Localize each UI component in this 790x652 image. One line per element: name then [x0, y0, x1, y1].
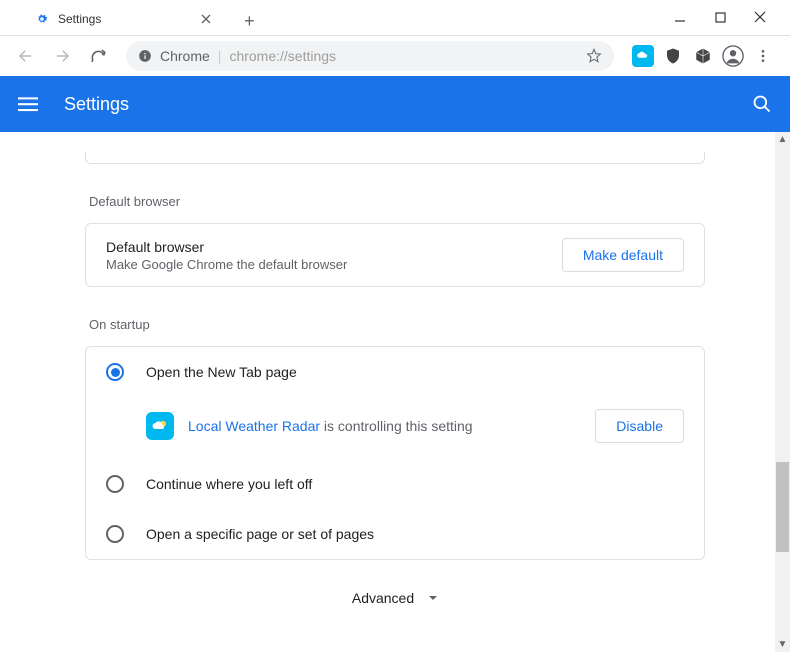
new-tab-button[interactable]: +	[235, 7, 263, 35]
radio-icon	[106, 525, 124, 543]
advanced-toggle[interactable]: Advanced	[85, 560, 705, 616]
startup-option-specific-pages[interactable]: Open a specific page or set of pages	[86, 509, 704, 559]
hamburger-menu-icon[interactable]	[18, 94, 42, 114]
scrollbar-thumb[interactable]	[776, 462, 789, 552]
on-startup-card: Open the New Tab page Local Weather Rada…	[85, 346, 705, 560]
scrollbar[interactable]: ▲ ▼	[775, 132, 790, 652]
extension-link[interactable]: Local Weather Radar	[188, 418, 320, 434]
extension-weather-icon[interactable]	[632, 45, 654, 67]
scroll-down-icon[interactable]: ▼	[775, 637, 790, 652]
section-title-default-browser: Default browser	[85, 194, 705, 209]
radio-label: Continue where you left off	[146, 476, 312, 492]
browser-tab-settings[interactable]: Settings	[20, 3, 227, 35]
tab-title: Settings	[58, 12, 101, 26]
url-text: chrome://settings	[229, 48, 336, 64]
advanced-label: Advanced	[352, 590, 414, 606]
disable-extension-button[interactable]: Disable	[595, 409, 684, 443]
section-title-on-startup: On startup	[85, 317, 705, 332]
browser-toolbar: Chrome | chrome://settings	[0, 36, 790, 76]
window-minimize[interactable]	[670, 7, 690, 27]
gear-icon	[34, 11, 50, 27]
radio-label: Open the New Tab page	[146, 364, 297, 380]
default-browser-label: Default browser	[106, 239, 562, 255]
window-maximize[interactable]	[710, 7, 730, 27]
radio-label: Open a specific page or set of pages	[146, 526, 374, 542]
window-titlebar: Settings +	[0, 0, 790, 36]
window-close[interactable]	[750, 7, 770, 27]
url-scheme: Chrome	[160, 48, 210, 64]
settings-header: Settings	[0, 76, 790, 132]
make-default-button[interactable]: Make default	[562, 238, 684, 272]
extension-icons	[626, 45, 780, 67]
previous-section-card-bottom	[85, 152, 705, 164]
nav-reload-button[interactable]	[82, 40, 114, 72]
extension-controlled-notice: Local Weather Radar is controlling this …	[86, 397, 704, 459]
chevron-down-icon	[428, 593, 438, 603]
chrome-menu-icon[interactable]	[752, 45, 774, 67]
settings-content: Default browser Default browser Make Goo…	[0, 132, 790, 652]
extension-app-icon	[146, 412, 174, 440]
address-bar[interactable]: Chrome | chrome://settings	[126, 41, 614, 71]
radio-icon	[106, 363, 124, 381]
tab-strip: Settings +	[0, 3, 263, 35]
nav-back-button[interactable]	[10, 40, 42, 72]
nav-forward-button[interactable]	[46, 40, 78, 72]
profile-avatar-icon[interactable]	[722, 45, 744, 67]
scroll-up-icon[interactable]: ▲	[775, 132, 790, 147]
window-controls	[650, 0, 790, 35]
radio-icon	[106, 475, 124, 493]
url-separator: |	[218, 48, 222, 64]
startup-option-new-tab[interactable]: Open the New Tab page	[86, 347, 704, 397]
search-icon[interactable]	[752, 94, 772, 114]
default-browser-sub: Make Google Chrome the default browser	[106, 257, 562, 272]
close-tab-icon[interactable]	[199, 12, 213, 26]
extension-notice-suffix: is controlling this setting	[320, 418, 473, 434]
extension-shield-icon[interactable]	[662, 45, 684, 67]
startup-option-continue[interactable]: Continue where you left off	[86, 459, 704, 509]
default-browser-card: Default browser Make Google Chrome the d…	[85, 223, 705, 287]
extension-box-icon[interactable]	[692, 45, 714, 67]
page-title: Settings	[64, 94, 752, 115]
site-info-icon[interactable]	[138, 49, 152, 63]
bookmark-star-icon[interactable]	[586, 48, 602, 64]
